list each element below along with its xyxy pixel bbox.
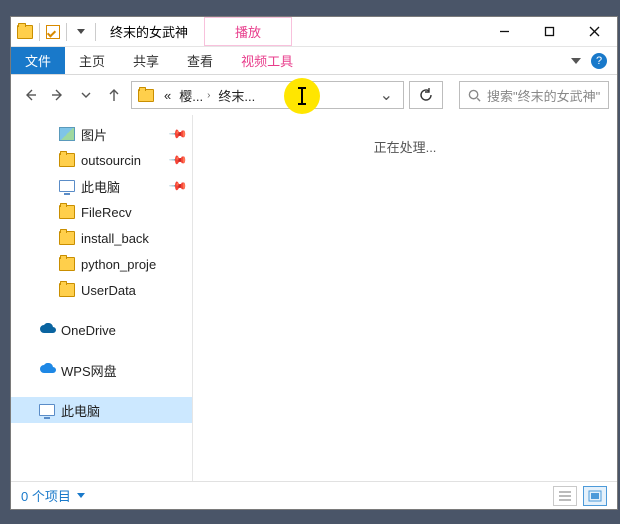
up-button[interactable] [103,84,125,106]
search-placeholder: 搜索"终末的女武神" [487,86,600,105]
tree-item[interactable]: UserData [11,277,192,303]
window-title: 终末的女武神 [102,22,196,41]
tree-item[interactable]: 此电脑📌 [11,173,192,199]
ribbon-context-title: 播放 [204,17,292,46]
folder-icon [59,257,75,271]
folder-icon [59,153,75,167]
tree-item-onedrive[interactable]: OneDrive [11,317,192,343]
pin-icon: 📌 [168,176,188,196]
tab-view[interactable]: 查看 [173,47,227,74]
ribbon: 文件 主页 共享 查看 视频工具 ? [11,47,617,75]
title-bar: 终末的女武神 播放 [11,17,617,47]
onedrive-icon [39,323,55,337]
item-count: 0 个项目 [21,486,71,505]
tree-item[interactable]: install_back [11,225,192,251]
close-button[interactable] [572,18,617,46]
breadcrumb-item[interactable]: 终末... [214,82,259,108]
folder-icon [59,205,75,219]
address-folder-icon [138,89,154,102]
forward-button[interactable] [47,84,69,106]
loading-text: 正在处理... [374,137,437,156]
maximize-button[interactable] [527,18,572,46]
tree-item[interactable]: 图片📌 [11,121,192,147]
pc-icon [39,404,55,416]
minimize-button[interactable] [482,18,527,46]
search-input[interactable]: 搜索"终末的女武神" [459,81,609,109]
search-icon [468,89,481,102]
tree-item[interactable]: FileRecv [11,199,192,225]
crumb-prefix[interactable]: « [160,82,175,108]
pin-icon: 📌 [168,124,188,144]
qat-properties-icon[interactable] [46,25,60,39]
ribbon-collapse-icon[interactable] [571,58,581,64]
tree-item-thispc[interactable]: 此电脑 [11,397,192,423]
qat-dropdown-icon[interactable] [77,29,85,34]
breadcrumb-item[interactable]: 樱...› [175,82,214,108]
status-dropdown-icon[interactable] [77,493,85,498]
wps-cloud-icon [39,363,55,377]
tab-home[interactable]: 主页 [65,47,119,74]
app-icon [17,25,33,39]
back-button[interactable] [19,84,41,106]
status-bar: 0 个项目 [11,481,617,509]
folder-icon [59,231,75,245]
tab-share[interactable]: 共享 [119,47,173,74]
details-view-button[interactable] [553,486,577,506]
pc-icon [59,180,75,192]
body: 图片📌 outsourcin📌 此电脑📌 FileRecv install_ba… [11,115,617,481]
navigation-pane[interactable]: 图片📌 outsourcin📌 此电脑📌 FileRecv install_ba… [11,115,193,481]
history-dropdown-icon[interactable] [75,84,97,106]
help-icon[interactable]: ? [591,53,607,69]
nav-bar: « 樱...› 终末... ⌄ 搜索"终末的女武神" [11,75,617,115]
folder-icon [59,283,75,297]
tree-item-wps[interactable]: WPS网盘 [11,357,192,383]
pictures-icon [59,127,75,141]
pin-icon: 📌 [168,150,188,170]
address-bar[interactable]: « 樱...› 终末... ⌄ [131,81,404,109]
tree-item[interactable]: python_proje [11,251,192,277]
text-cursor-highlight [284,78,320,114]
tab-video-tools[interactable]: 视频工具 [227,47,307,74]
address-dropdown-icon[interactable]: ⌄ [370,85,403,105]
explorer-window: 终末的女武神 播放 文件 主页 共享 查看 视频工具 ? « 樱...› 终末.… [10,16,618,510]
tree-item[interactable]: outsourcin📌 [11,147,192,173]
tab-file[interactable]: 文件 [11,47,65,74]
content-area: 正在处理... [193,115,617,481]
thumbnail-view-button[interactable] [583,486,607,506]
refresh-button[interactable] [409,81,443,109]
